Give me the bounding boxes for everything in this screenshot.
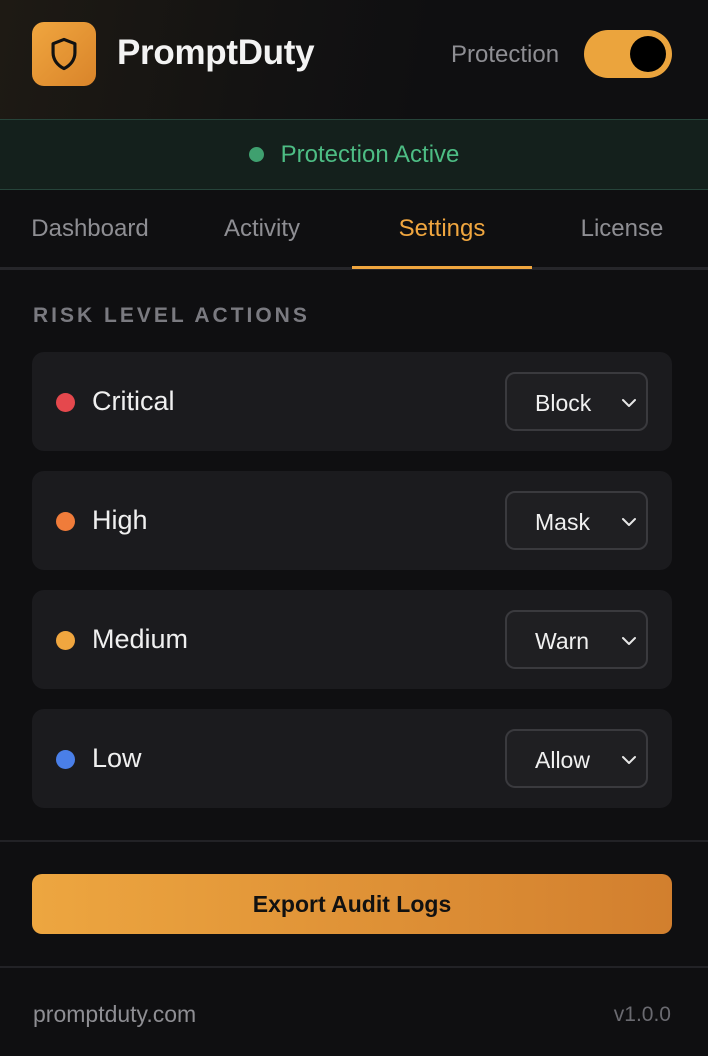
protection-toggle[interactable] [584,30,672,78]
tab-settings[interactable]: Settings [352,190,532,269]
tab-dashboard[interactable]: Dashboard [0,190,180,267]
divider [0,966,708,968]
risk-action-select-critical[interactable]: Block [505,372,648,431]
risk-dot-icon [56,631,75,650]
chevron-down-icon [622,756,636,764]
app-logo [32,22,96,86]
chevron-down-icon [622,637,636,645]
select-value: Warn [535,628,590,654]
protection-status-bar: Protection Active [0,119,708,190]
select-value: Allow [535,747,590,773]
export-audit-logs-button[interactable]: Export Audit Logs [32,874,672,934]
tab-license[interactable]: License [532,190,708,267]
risk-action-select-high[interactable]: Mask [505,491,648,550]
risk-action-select-medium[interactable]: Warn [505,610,648,669]
risk-row-high: High Mask [32,471,672,570]
website-link[interactable]: promptduty.com [33,1001,196,1028]
risk-label: Medium [92,624,189,654]
risk-label: High [92,505,148,535]
app-header: PromptDuty Protection [0,0,708,119]
chevron-down-icon [622,518,636,526]
status-text: Protection Active [280,140,460,168]
divider [0,840,708,842]
status-dot-icon [248,147,264,162]
section-title: RISK LEVEL ACTIONS [33,304,310,327]
tab-activity[interactable]: Activity [172,190,352,267]
tab-bar: Dashboard Activity Settings License [0,190,708,270]
risk-dot-icon [56,750,75,769]
protection-label: Protection [451,41,560,68]
select-value: Block [535,390,592,416]
version-label: v1.0.0 [613,1003,671,1026]
risk-row-low: Low Allow [32,709,672,808]
risk-label: Low [92,743,142,773]
risk-dot-icon [56,512,75,531]
risk-row-critical: Critical Block [32,352,672,451]
risk-action-select-low[interactable]: Allow [505,729,648,788]
risk-dot-icon [56,393,75,412]
select-value: Mask [535,509,590,535]
chevron-down-icon [622,399,636,407]
toggle-knob [630,36,666,72]
shield-icon [51,37,77,71]
risk-label: Critical [92,386,175,416]
risk-row-medium: Medium Warn [32,590,672,689]
app-title: PromptDuty [117,33,315,72]
